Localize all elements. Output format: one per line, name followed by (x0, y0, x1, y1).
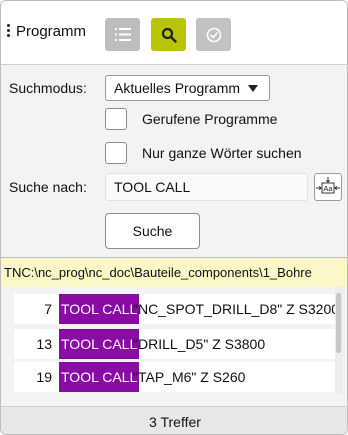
list-icon (114, 28, 131, 41)
line-text: "TAP_M6" Z S260 (133, 369, 246, 385)
called-programs-checkbox[interactable] (105, 108, 127, 130)
match-highlight: TOOL CALL (59, 329, 140, 359)
line-number: 7 (44, 301, 52, 317)
line-text: "NC_SPOT_DRILL_D8" Z S3200 (133, 301, 338, 317)
toolbar: Programm (1, 1, 347, 65)
search-mode-dropdown[interactable]: Aktuelles Programm (105, 75, 270, 101)
line-number: 13 (36, 336, 52, 352)
results-list: 7 TOOL CALL "NC_SPOT_DRILL_D8" Z S3200 1… (1, 287, 347, 393)
check-button[interactable] (196, 18, 231, 51)
search-panel: Programm Suchmodus: Aktuelles Programm G… (0, 0, 348, 435)
search-form: Suchmodus: Aktuelles Programm Gerufene P… (1, 65, 347, 257)
search-mode-value: Aktuelles Programm (114, 80, 241, 96)
called-programs-label: Gerufene Programme (142, 111, 278, 127)
search-icon (161, 27, 177, 43)
scrollbar-thumb[interactable] (336, 293, 341, 353)
search-for-label: Suche nach: (9, 179, 87, 195)
chevron-down-icon (248, 85, 258, 92)
search-mode-label: Suchmodus: (9, 80, 87, 96)
list-view-button[interactable] (105, 18, 140, 51)
match-highlight: TOOL CALL (59, 362, 140, 392)
whole-words-checkbox[interactable] (105, 142, 127, 164)
program-title: Programm (16, 23, 87, 40)
match-case-icon: Aa (316, 177, 340, 194)
result-row[interactable]: 13 TOOL CALL "DRILL_D5" Z S3800 (14, 329, 338, 359)
match-highlight: TOOL CALL (59, 294, 140, 324)
search-input[interactable]: TOOL CALL (105, 173, 308, 201)
line-text: "DRILL_D5" Z S3800 (133, 336, 266, 352)
result-count: 3 Treffer (1, 406, 347, 434)
result-file-path: TNC:\nc_prog\nc_doc\Bauteile_components\… (1, 257, 347, 287)
result-row[interactable]: 19 TOOL CALL "TAP_M6" Z S260 (14, 362, 338, 392)
search-button[interactable] (151, 18, 186, 51)
line-number: 19 (36, 369, 52, 385)
check-circle-icon (206, 27, 221, 42)
whole-words-label: Nur ganze Wörter suchen (142, 145, 302, 161)
run-search-button[interactable]: Suche (105, 213, 200, 249)
match-case-button[interactable]: Aa (314, 173, 342, 201)
svg-text:Aa: Aa (323, 184, 333, 193)
result-row[interactable]: 7 TOOL CALL "NC_SPOT_DRILL_D8" Z S3200 (14, 294, 338, 324)
more-options-icon[interactable] (7, 24, 11, 38)
